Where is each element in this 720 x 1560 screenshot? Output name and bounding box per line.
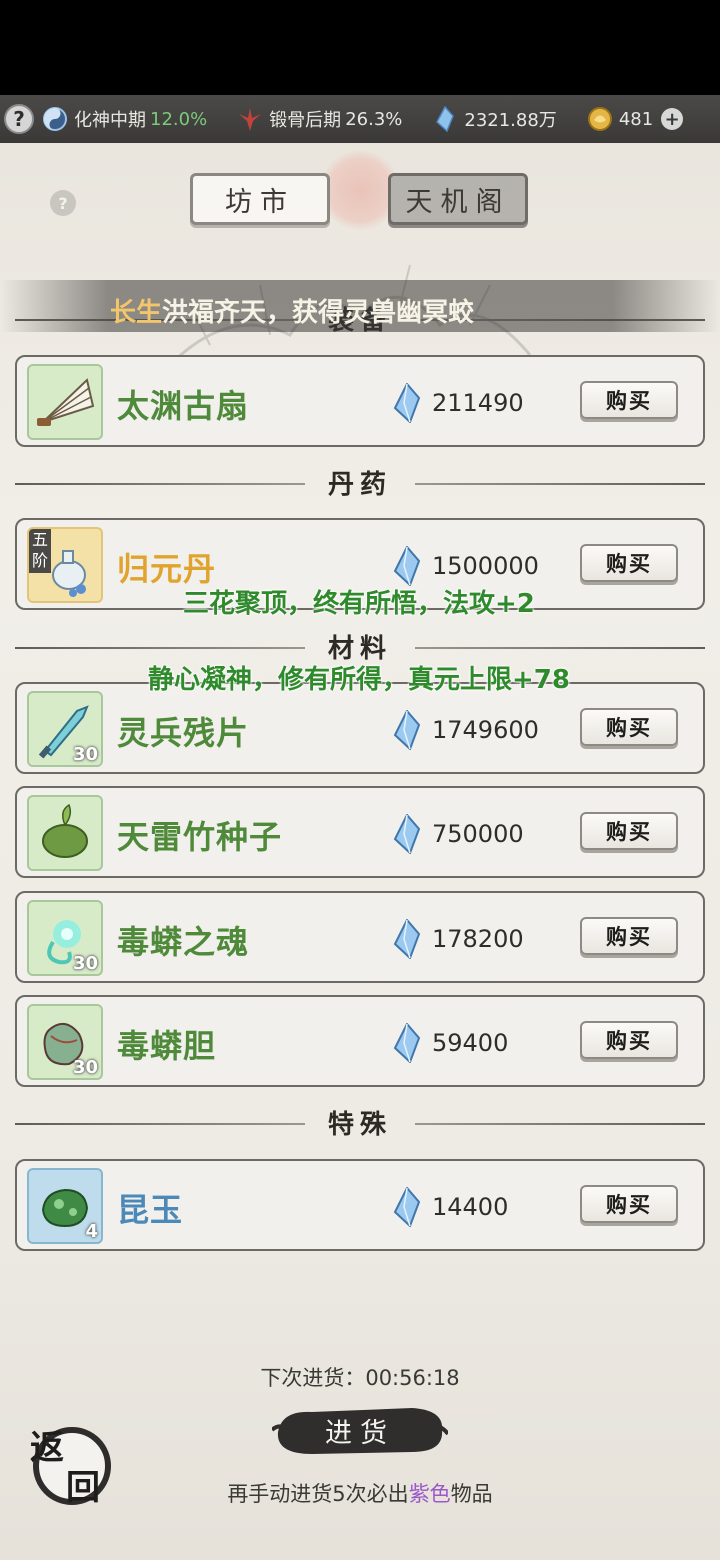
divider-line-right [415,647,705,649]
restock-label: 进货 [325,1417,395,1449]
hint-prefix: 再手动进货5次必出 [227,1482,409,1506]
shop-item-row: 30 毒蟒胆 59400 购买 [15,995,705,1087]
divider-line-right [415,483,705,485]
restock-timer: 下次进货：00:56:18 [260,1366,460,1390]
status-bar: ? 化神中期 12.0% 锻骨后期 26.3% 2321.88万 481 + [0,95,720,143]
body-stat: 锻骨后期 26.3% [237,106,402,132]
item-name: 毒蟒之魂 [117,923,250,961]
item-name: 灵兵残片 [117,714,250,752]
shop-item-row: 4 昆玉 14400 购买 [15,1159,705,1251]
body-label: 锻骨后期 [269,110,342,131]
buy-button[interactable]: 购买 [580,708,678,746]
spirit-stone-icon [432,106,458,132]
item-name: 太渊古扇 [117,387,250,425]
section-special: 特殊 [15,1104,705,1144]
seed-icon [27,795,103,871]
spirit-stone-icon [393,383,421,423]
announcement-text: 长生洪福齐天，获得灵兽幽冥蛟 [110,292,474,329]
buy-button[interactable]: 购买 [580,381,678,419]
blade-shard-icon: 30 [27,691,103,767]
item-count: 30 [72,744,98,765]
item-name: 昆玉 [117,1191,184,1229]
back-button[interactable]: 返 回 [26,1420,116,1510]
spirit-stone-icon [393,1187,421,1227]
spirit-stone-icon [393,710,421,750]
tab-market[interactable]: 坊市 [190,173,330,225]
realm-percent: 12.0% [150,108,208,130]
realm-label: 化神中期 [74,110,146,131]
realm-stat: 化神中期 12.0% [42,106,207,132]
section-pills: 丹药 [15,464,705,504]
back-label-bottom: 回 [66,1468,100,1508]
item-price: 14400 [432,1193,509,1221]
item-name: 毒蟒胆 [117,1027,217,1065]
gold-amount: 481 [618,108,654,130]
item-price: 59400 [432,1029,509,1057]
buy-button[interactable]: 购买 [580,544,678,582]
gold-stat: 481 + [587,106,684,132]
jade-icon: 4 [27,1168,103,1244]
item-count: 30 [72,1057,98,1078]
restock-button[interactable]: 进货 [272,1402,448,1458]
tier-badge: 五阶 [29,529,51,573]
tab-tianjige[interactable]: 天机阁 [388,173,528,225]
shop-item-row: 天雷竹种子 750000 购买 [15,786,705,878]
item-count: 4 [85,1221,98,1242]
back-label-top: 返 [30,1428,64,1468]
body-rune-icon [237,106,263,132]
shop-item-row: 太渊古扇 211490 购买 [15,355,705,447]
announcement-highlight: 长生 [110,298,163,328]
gallbladder-icon: 30 [27,1004,103,1080]
item-count: 30 [72,953,98,974]
item-price: 178200 [432,925,524,953]
shop-help-button[interactable]: ? [50,190,76,216]
yin-yang-icon [42,106,68,132]
spirit-stone-icon [393,546,421,586]
floating-notice: 静心凝神，修有所得，真元上限+78 [148,665,570,695]
soul-wisp-icon: 30 [27,900,103,976]
spirit-stone-amount: 2321.88万 [464,110,557,131]
buy-button[interactable]: 购买 [580,812,678,850]
buy-button[interactable]: 购买 [580,917,678,955]
item-price: 1500000 [432,552,539,580]
fan-icon [27,364,103,440]
spirit-stone-icon [393,814,421,854]
divider-line-right [415,1123,705,1125]
floating-notice: 三花聚顶，终有所悟，法攻+2 [183,589,535,619]
shop-item-row: 30 毒蟒之魂 178200 购买 [15,891,705,983]
hint-purple: 紫色 [408,1482,451,1506]
item-price: 1749600 [432,716,539,744]
announcement-message: 洪福齐天，获得灵兽幽冥蛟 [162,298,475,328]
spirit-stone-icon [393,919,421,959]
body-percent: 26.3% [345,108,403,130]
add-gold-button[interactable]: + [661,108,684,130]
hint-suffix: 物品 [450,1482,493,1506]
item-price: 750000 [432,820,524,848]
spirit-stone-icon [393,1023,421,1063]
gold-ingot-icon [587,106,613,132]
help-button[interactable]: ? [4,104,34,134]
spirit-stone-stat: 2321.88万 [432,106,557,132]
pill-bottle-icon: 五阶 [27,527,103,603]
item-price: 211490 [432,389,524,417]
buy-button[interactable]: 购买 [580,1185,678,1223]
item-name: 天雷竹种子 [117,818,283,856]
buy-button[interactable]: 购买 [580,1021,678,1059]
